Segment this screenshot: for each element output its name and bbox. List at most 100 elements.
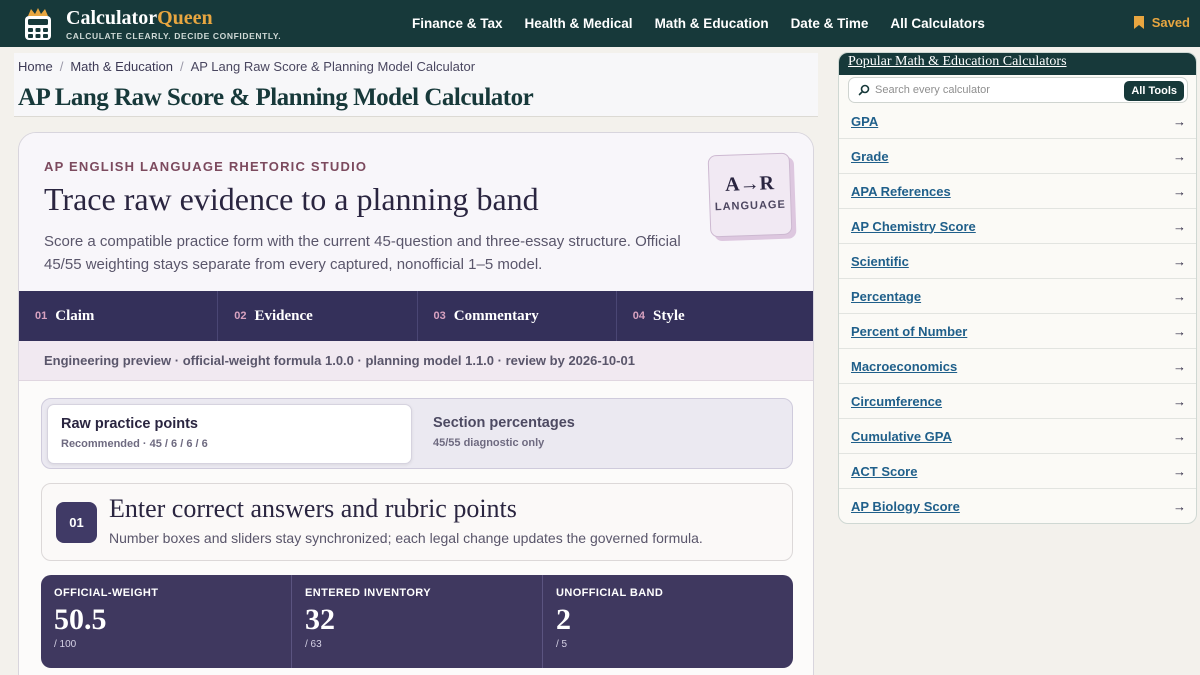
step-title: Enter correct answers and rubric points [109, 494, 517, 523]
tab-claim[interactable]: 01 Claim [19, 291, 219, 341]
hero-description: Score a compatible practice form with th… [44, 233, 681, 273]
list-item-link[interactable]: Cumulative GPA [851, 429, 952, 444]
brand-name: CalculatorQueen [66, 7, 281, 29]
section-tabs: 01 Claim 02 Evidence 03 Commentary 04 Style [19, 291, 813, 341]
list-item-link[interactable]: ACT Score [851, 464, 917, 479]
arrow-right-icon: → [1173, 218, 1186, 234]
list-item-link[interactable]: AP Biology Score [851, 499, 960, 514]
tab-label: Style [653, 307, 685, 324]
nav-date-time[interactable]: Date & Time [791, 16, 869, 31]
brand-tagline: CALCULATE CLEARLY. DECIDE CONFIDENTLY. [66, 31, 282, 41]
bookmark-icon [1133, 16, 1144, 29]
calculator-crown-logo-icon[interactable] [22, 7, 54, 41]
arrow-right-icon: → [1173, 463, 1186, 479]
mode-section-percentages[interactable]: Section percentages 45/55 diagnostic onl… [420, 404, 785, 464]
nav-math-education[interactable]: Math & Education [655, 16, 769, 31]
stat-entered-inventory: ENTERED INVENTORY 32 / 63 [292, 575, 543, 668]
stat-label: ENTERED INVENTORY [305, 587, 431, 599]
calculator-card: AP ENGLISH LANGUAGE RHETORIC STUDIO Trac… [18, 132, 814, 675]
list-item[interactable]: AP Chemistry Score → [839, 209, 1196, 244]
stat-label: UNOFFICIAL BAND [556, 587, 664, 599]
list-item-link[interactable]: APA References [851, 184, 951, 199]
tab-commentary[interactable]: 03 Commentary [418, 291, 617, 341]
arrow-right-icon: → [1173, 428, 1186, 444]
list-item-link[interactable]: Circumference [851, 394, 942, 409]
scoring-mode-toggle: Raw practice points Recommended · 45 / 6… [41, 398, 793, 469]
list-item-link[interactable]: Percentage [851, 289, 921, 304]
top-navigation-bar: CalculatorQueen CALCULATE CLEARLY. DECID… [0, 0, 1200, 47]
arrow-right-icon: → [1173, 148, 1186, 164]
list-item[interactable]: Grade → [839, 139, 1196, 174]
list-item[interactable]: Percentage → [839, 279, 1196, 314]
breadcrumb-home[interactable]: Home [18, 59, 53, 74]
breadcrumb: Home / Math & Education / AP Lang Raw Sc… [18, 59, 475, 74]
badge-subtitle: LANGUAGE [714, 198, 787, 214]
list-item[interactable]: Macroeconomics → [839, 349, 1196, 384]
list-item[interactable]: Cumulative GPA → [839, 419, 1196, 454]
tab-number: 03 [433, 310, 446, 322]
page-heading-section: Home / Math & Education / AP Lang Raw Sc… [14, 53, 818, 117]
tab-label: Commentary [453, 307, 539, 324]
score-summary: OFFICIAL-WEIGHT 50.5 / 100 ENTERED INVEN… [41, 575, 793, 668]
sidebar-title-bar: Popular Math & Education Calculators [839, 53, 1196, 75]
sidebar-title[interactable]: Popular Math & Education Calculators [848, 54, 1067, 70]
hero-eyebrow: AP ENGLISH LANGUAGE RHETORIC STUDIO [44, 159, 368, 174]
search-icon [858, 84, 870, 96]
stat-label: OFFICIAL-WEIGHT [54, 587, 159, 599]
breadcrumb-separator: / [179, 59, 184, 74]
list-item-link[interactable]: Grade [851, 149, 889, 164]
list-item-link[interactable]: AP Chemistry Score [851, 219, 976, 234]
stat-denominator: / 100 [54, 639, 77, 650]
list-item[interactable]: GPA → [839, 104, 1196, 139]
main-nav: Finance & Tax Health & Medical Math & Ed… [412, 0, 985, 47]
mode-subtitle: 45/55 diagnostic only [433, 437, 545, 449]
hero-section: AP ENGLISH LANGUAGE RHETORIC STUDIO Trac… [19, 133, 813, 291]
search-input[interactable] [875, 84, 1115, 96]
version-meta-line: Engineering preview · official-weight fo… [19, 341, 813, 381]
saved-label: Saved [1151, 15, 1190, 30]
mode-raw-practice-points[interactable]: Raw practice points Recommended · 45 / 6… [47, 404, 412, 464]
mode-title: Section percentages [433, 415, 575, 431]
list-item[interactable]: Percent of Number → [839, 314, 1196, 349]
mode-subtitle: Recommended · 45 / 6 / 6 / 6 [61, 438, 208, 450]
calculator-list: GPA → Grade → APA References → AP Chemistry… [839, 104, 1196, 523]
tab-label: Evidence [254, 307, 313, 324]
nav-finance-tax[interactable]: Finance & Tax [412, 16, 503, 31]
step-header: 01 Enter correct answers and rubric poin… [41, 483, 793, 561]
arrow-right-icon: → [1173, 323, 1186, 339]
arrow-right-icon: → [1173, 288, 1186, 304]
tab-style[interactable]: 04 Style [617, 291, 813, 341]
list-item-link[interactable]: Scientific [851, 254, 909, 269]
list-item[interactable]: Scientific → [839, 244, 1196, 279]
tab-evidence[interactable]: 02 Evidence [218, 291, 418, 341]
brand-name-accent: Queen [157, 7, 213, 29]
saved-button[interactable]: Saved [1133, 15, 1190, 30]
hero-title: Trace raw evidence to a planning band [44, 181, 539, 217]
arrow-right-icon: → [1173, 113, 1186, 129]
stat-denominator: / 5 [556, 639, 568, 650]
nav-health-medical[interactable]: Health & Medical [525, 16, 633, 31]
breadcrumb-math-education[interactable]: Math & Education [70, 59, 173, 74]
list-item[interactable]: ACT Score → [839, 454, 1196, 489]
list-item-link[interactable]: Macroeconomics [851, 359, 957, 374]
breadcrumb-separator: / [59, 59, 64, 74]
arrow-right-icon: → [1173, 253, 1186, 269]
tab-number: 04 [632, 310, 645, 322]
list-item[interactable]: APA References → [839, 174, 1196, 209]
stat-value: 50.5 [54, 603, 107, 636]
stat-unofficial-band: UNOFFICIAL BAND 2 / 5 [543, 575, 793, 668]
badge-mark: A→R [724, 172, 775, 196]
list-item-link[interactable]: GPA [851, 114, 878, 129]
stat-official-weight: OFFICIAL-WEIGHT 50.5 / 100 [41, 575, 292, 668]
stat-denominator: / 63 [305, 639, 322, 650]
all-tools-button[interactable]: All Tools [1124, 81, 1184, 101]
step-number-badge: 01 [56, 502, 97, 543]
brand[interactable]: CalculatorQueen CALCULATE CLEARLY. DECID… [66, 7, 281, 41]
tab-label: Claim [55, 307, 95, 324]
list-item[interactable]: Circumference → [839, 384, 1196, 419]
arrow-right-icon: → [1173, 183, 1186, 199]
list-item-link[interactable]: Percent of Number [851, 324, 967, 339]
list-item[interactable]: AP Biology Score → [839, 489, 1196, 523]
tab-number: 02 [234, 310, 247, 322]
nav-all-calculators[interactable]: All Calculators [890, 16, 985, 31]
